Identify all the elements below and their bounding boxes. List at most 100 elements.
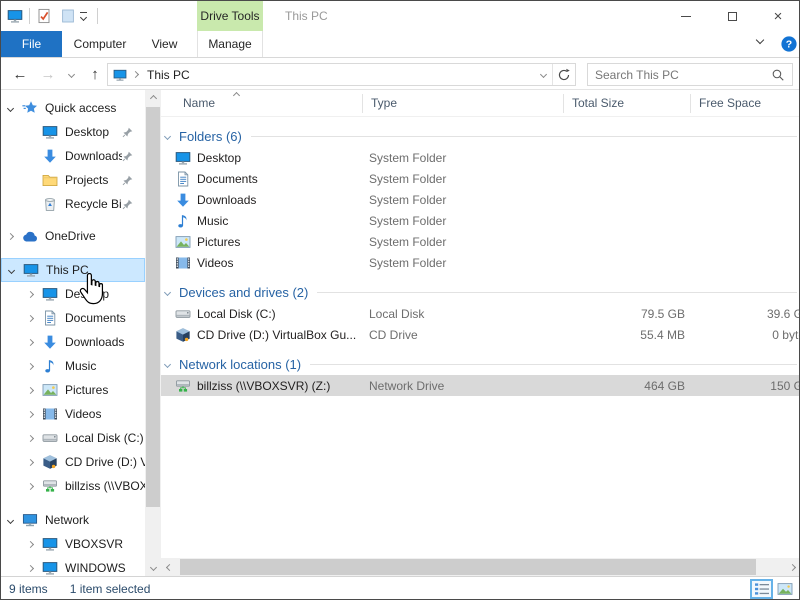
chevron-right-icon[interactable] [27,540,34,547]
new-item-icon[interactable] [60,8,76,24]
sidebar-item-videos[interactable]: Videos [1,402,145,426]
horizontal-scrollbar[interactable] [161,558,800,576]
cd-drive-icon [175,327,191,343]
sidebar-item-quick-access[interactable]: Quick access [1,96,145,120]
scroll-down-icon[interactable] [145,559,161,576]
pin-icon [122,127,133,138]
chevron-right-icon[interactable] [27,482,34,489]
search-icon[interactable] [771,68,785,82]
column-header-free-space[interactable]: Free Space [691,90,800,116]
sidebar-item-network[interactable]: Network [1,508,145,532]
properties-icon[interactable] [36,8,52,24]
scroll-up-icon[interactable] [145,90,161,107]
file-row-videos[interactable]: Videos System Folder [161,252,800,273]
sidebar-item-desktop[interactable]: Desktop [1,282,145,306]
file-row-documents[interactable]: Documents System Folder [161,168,800,189]
breadcrumb-chevron-icon[interactable] [132,71,139,78]
sidebar-item-music[interactable]: Music [1,354,145,378]
chevron-right-icon[interactable] [27,314,34,321]
scroll-left-icon[interactable] [161,558,178,576]
sidebar-item-recycle-bin[interactable]: Recycle Bin [1,192,145,216]
tab-manage[interactable]: Manage [197,31,263,57]
sidebar-item-vboxsvr[interactable]: VBOXSVR [1,532,145,556]
chevron-right-icon[interactable] [27,362,34,369]
sidebar-item-downloads[interactable]: Downloads [1,330,145,354]
details-view-icon [754,582,770,596]
chevron-down-icon[interactable] [164,132,171,139]
minimize-button[interactable] [663,1,709,31]
breadcrumb[interactable]: This PC [147,68,190,82]
drive-tools-contextual-tab[interactable]: Drive Tools [197,1,263,31]
tab-computer[interactable]: Computer [64,31,136,57]
column-header-total-size[interactable]: Total Size [564,90,691,116]
scrollbar-thumb[interactable] [146,107,160,507]
file-row-downloads[interactable]: Downloads System Folder [161,189,800,210]
hard-drive-icon [42,430,58,446]
forward-button[interactable]: → [35,58,61,90]
chevron-right-icon[interactable] [27,458,34,465]
details-view-button[interactable] [750,579,773,599]
group-header-folders[interactable]: Folders (6) [161,125,797,147]
close-button[interactable]: × [755,1,800,31]
search-input[interactable] [588,68,764,82]
window-title: This PC [285,1,328,31]
refresh-button[interactable] [553,64,575,85]
file-row-music[interactable]: Music System Folder [161,210,800,231]
chevron-right-icon[interactable] [27,386,34,393]
chevron-right-icon[interactable] [27,338,34,345]
onedrive-icon [22,231,38,243]
hard-drive-icon [175,306,191,322]
sidebar-item-pictures[interactable]: Pictures [1,378,145,402]
chevron-down-icon[interactable] [7,104,14,111]
chevron-right-icon[interactable] [27,410,34,417]
file-row-local-disk-c[interactable]: Local Disk (C:) Local Disk 79.5 GB 39.6 … [161,303,800,324]
chevron-right-icon[interactable] [27,290,34,297]
recent-locations-dropdown[interactable] [63,58,79,90]
address-bar[interactable]: This PC [107,63,576,86]
sidebar-item-billziss-drive[interactable]: billziss (\\VBOXS [1,474,145,498]
scrollbar-thumb[interactable] [180,559,756,575]
up-button[interactable]: ↑ [83,58,107,90]
items-count: 9 items [9,582,48,596]
sidebar-item-desktop-pinned[interactable]: Desktop [1,120,145,144]
chevron-down-icon[interactable] [164,360,171,367]
file-row-pictures[interactable]: Pictures System Folder [161,231,800,252]
chevron-right-icon[interactable] [27,434,34,441]
chevron-right-icon[interactable] [7,232,14,239]
tab-file[interactable]: File [1,31,62,57]
back-button[interactable]: ← [7,58,33,90]
large-icons-view-button[interactable] [773,579,796,599]
sidebar-item-downloads-pinned[interactable]: Downloads [1,144,145,168]
help-icon[interactable] [781,36,797,52]
file-row-cd-drive-d[interactable]: CD Drive (D:) VirtualBox Gu... CD Drive … [161,324,800,345]
pictures-icon [42,382,58,398]
file-row-billziss-selected[interactable]: billziss (\\VBOXSVR) (Z:) Network Drive … [161,375,800,396]
group-header-network-locations[interactable]: Network locations (1) [161,353,797,375]
sidebar-item-documents[interactable]: Documents [1,306,145,330]
this-pc-icon[interactable] [7,8,23,24]
chevron-down-icon[interactable] [164,288,171,295]
file-row-desktop[interactable]: Desktop System Folder [161,147,800,168]
navigation-toolbar: ← → ↑ This PC [1,58,800,90]
sidebar-item-windows[interactable]: WINDOWS [1,556,145,576]
chevron-right-icon[interactable] [27,564,34,571]
sidebar-item-local-disk-c[interactable]: Local Disk (C:) [1,426,145,450]
sidebar-item-cd-drive-d[interactable]: CD Drive (D:) Vir [1,450,145,474]
qat-customize-dropdown[interactable] [80,12,87,20]
downloads-icon [175,192,191,208]
chevron-down-icon[interactable] [8,266,15,273]
view-switcher [750,579,796,599]
sidebar-scrollbar[interactable] [145,90,161,576]
column-header-type[interactable]: Type [363,90,564,116]
group-header-devices[interactable]: Devices and drives (2) [161,281,797,303]
column-header-name[interactable]: Name [161,90,363,116]
documents-icon [42,310,58,326]
sidebar-item-projects[interactable]: Projects [1,168,145,192]
maximize-button[interactable] [709,1,755,31]
scroll-right-icon[interactable] [784,558,800,576]
tab-view[interactable]: View [138,31,191,57]
chevron-down-icon[interactable] [7,516,14,523]
sidebar-item-onedrive[interactable]: OneDrive [1,224,145,248]
sidebar-item-this-pc[interactable]: This PC [1,258,145,282]
address-dropdown-icon[interactable] [534,64,552,85]
